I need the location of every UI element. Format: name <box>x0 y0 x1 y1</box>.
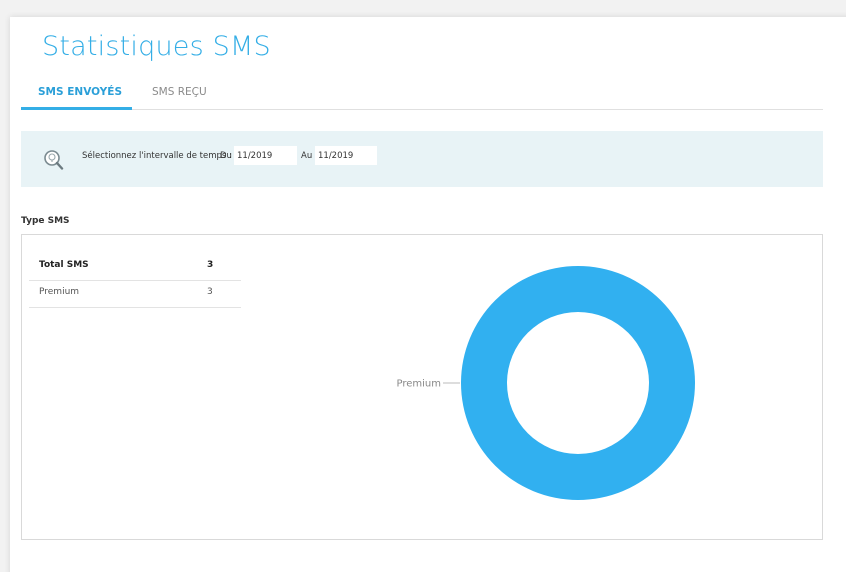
page-title: Statistiques SMS <box>42 31 271 62</box>
donut-slice-premium[interactable] <box>461 266 695 500</box>
date-range-filter: Sélectionnez l'intervalle de temps : Du … <box>21 131 823 187</box>
sms-type-donut-chart: Premium <box>397 266 695 500</box>
tab-sms-received[interactable]: SMS REÇU <box>152 86 207 98</box>
to-label: Au <box>301 151 313 161</box>
to-date-input[interactable] <box>315 146 377 165</box>
sms-type-chart-panel: Total SMS 3 Premium 3 Premium <box>21 234 823 540</box>
search-icon[interactable] <box>42 148 64 170</box>
active-tab-indicator <box>21 107 132 110</box>
tab-sms-sent[interactable]: SMS ENVOYÉS <box>38 86 122 98</box>
tab-bar: SMS ENVOYÉS SMS REÇU <box>21 80 823 110</box>
from-date-input[interactable] <box>234 146 297 165</box>
section-title: Type SMS <box>21 216 70 226</box>
date-range-label: Sélectionnez l'intervalle de temps : <box>82 151 232 161</box>
from-label: Du <box>220 151 232 161</box>
donut-label: Premium <box>397 379 442 390</box>
